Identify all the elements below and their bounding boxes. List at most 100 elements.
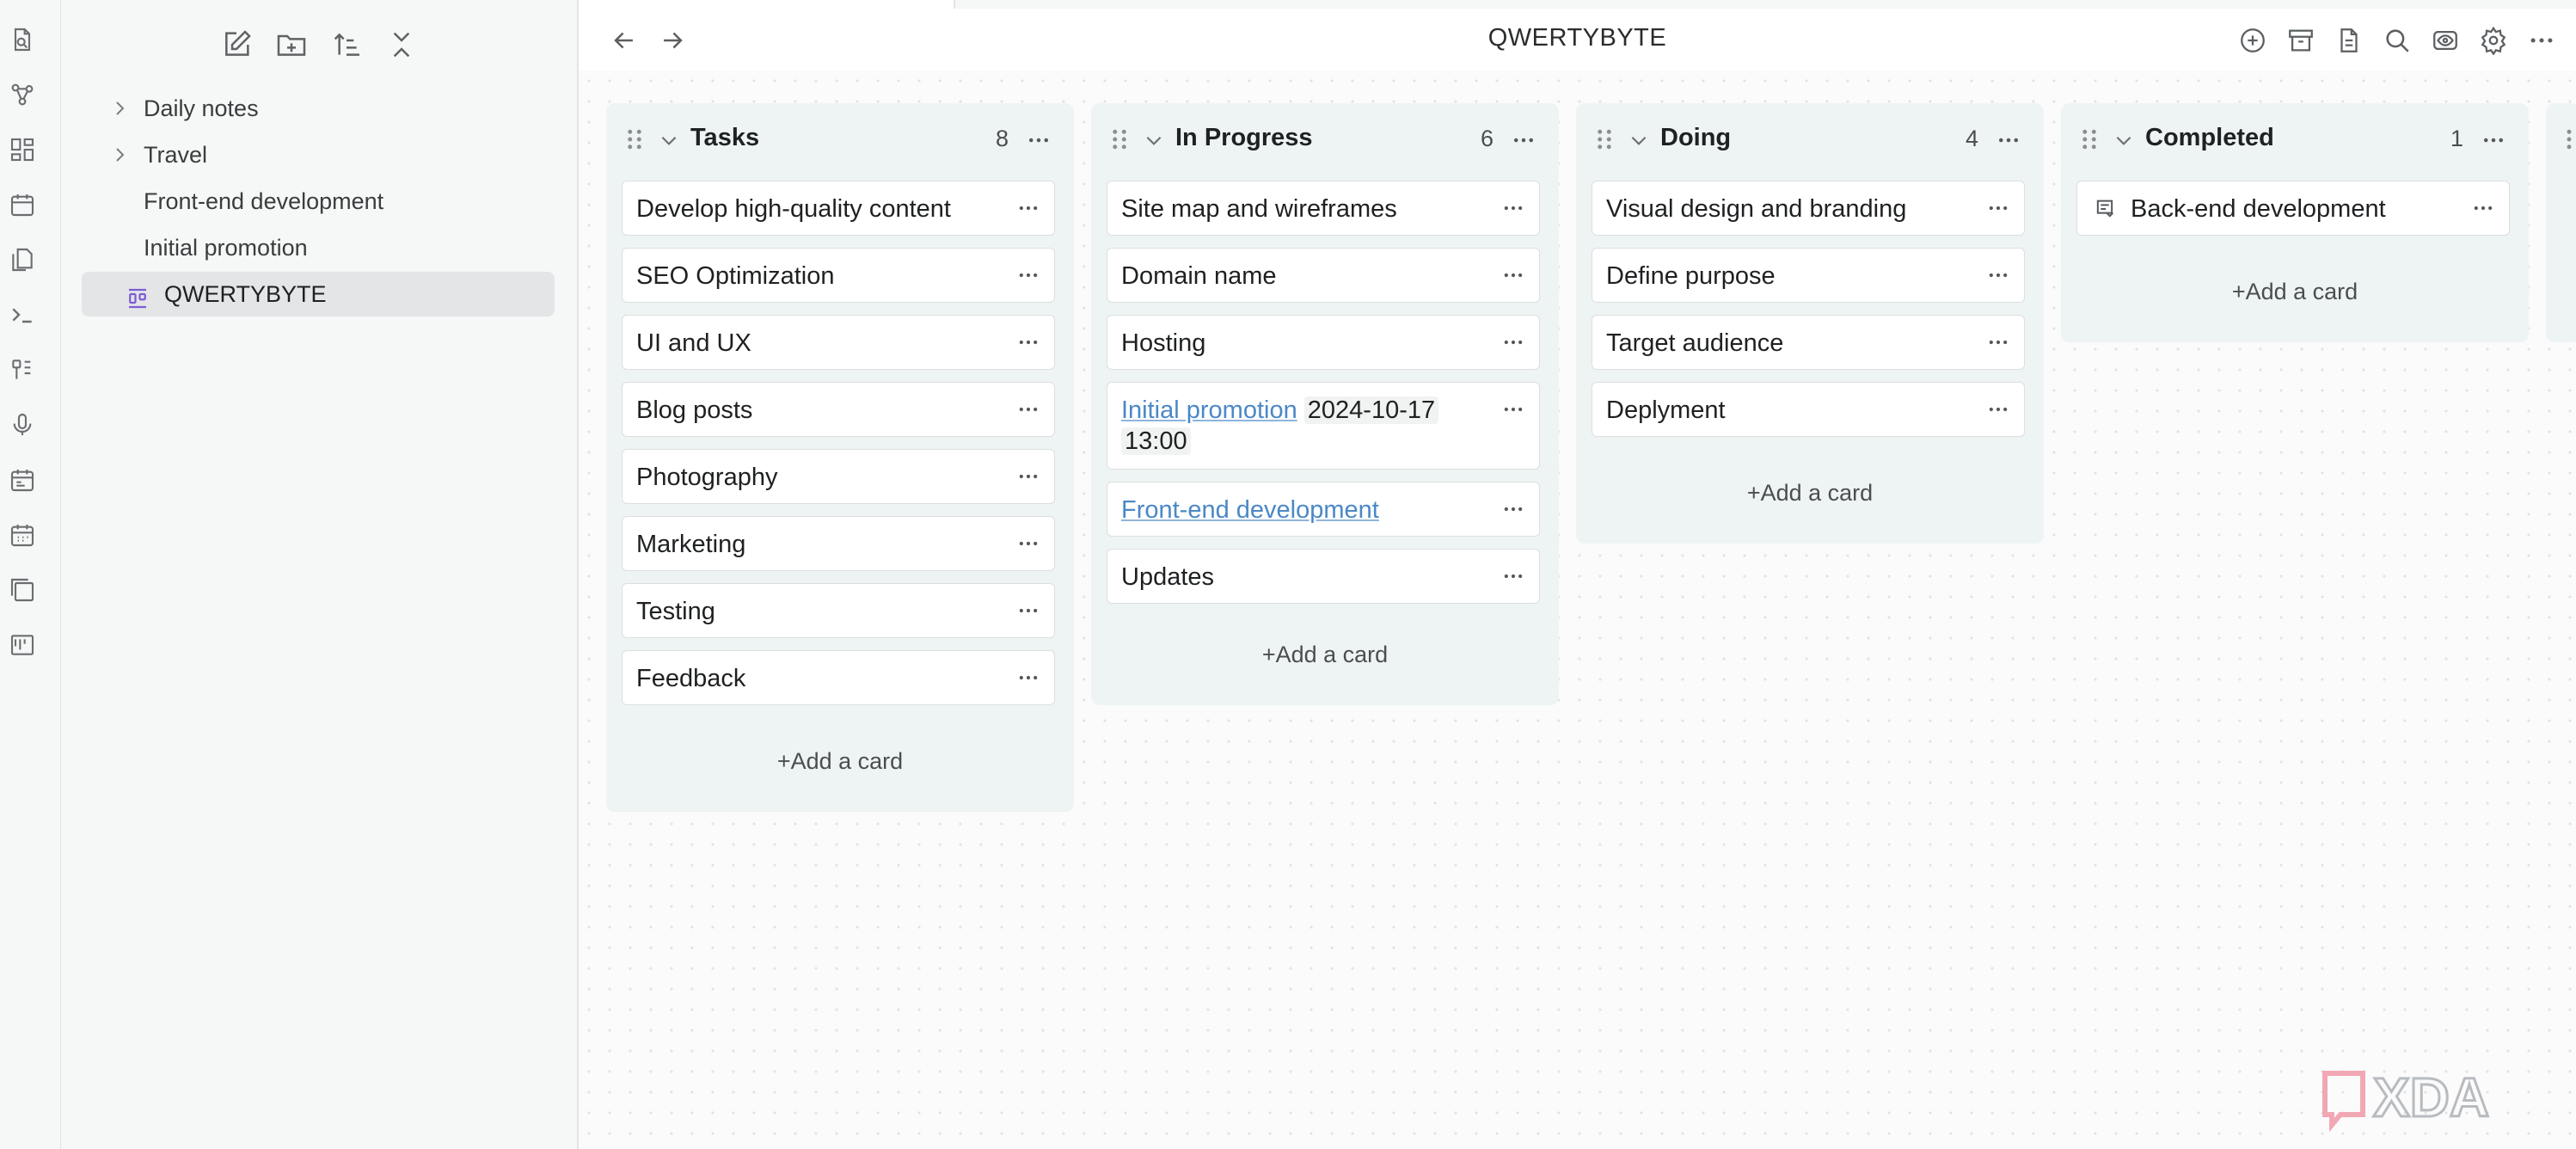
tree-note-front-end-development[interactable]: Front-end development bbox=[82, 179, 555, 224]
lane-menu-icon[interactable] bbox=[1511, 127, 1536, 153]
card-menu-icon[interactable] bbox=[1016, 666, 1040, 690]
calendar-grid-icon[interactable] bbox=[9, 521, 36, 549]
markdown-icon[interactable] bbox=[2334, 26, 2364, 55]
archive-icon[interactable] bbox=[2286, 26, 2315, 55]
kanban-card[interactable]: Front-end development bbox=[1107, 482, 1540, 537]
card-time[interactable]: 13:00 bbox=[1121, 427, 1191, 455]
kanban-card[interactable]: Blog posts bbox=[622, 382, 1055, 437]
search-icon[interactable] bbox=[2383, 26, 2412, 55]
card-menu-icon[interactable] bbox=[1501, 263, 1525, 287]
collapse-lane-chevron-icon[interactable] bbox=[1628, 129, 1650, 151]
add-card-button[interactable]: +Add a card bbox=[2061, 279, 2529, 305]
kanban-card[interactable]: Updates bbox=[1107, 549, 1540, 604]
kanban-card[interactable]: SEO Optimization bbox=[622, 248, 1055, 303]
lane-card-count: 6 bbox=[1480, 126, 1493, 151]
workspaces-icon[interactable] bbox=[9, 356, 36, 384]
card-menu-icon[interactable] bbox=[1016, 263, 1040, 287]
kanban-icon[interactable] bbox=[9, 631, 36, 659]
tab-qwertybyte[interactable] bbox=[579, 0, 955, 9]
card-link-initial-promotion[interactable]: Initial promotion bbox=[1121, 396, 1297, 424]
collapse-lane-chevron-icon[interactable] bbox=[658, 129, 680, 151]
kanban-card[interactable]: Initial promotion 2024-10-17 13:00 bbox=[1107, 382, 1540, 470]
card-link-front-end-development[interactable]: Front-end development bbox=[1121, 496, 1379, 524]
new-note-icon[interactable] bbox=[219, 28, 254, 62]
card-date[interactable]: 2024-10-17 bbox=[1303, 396, 1439, 424]
lane-title[interactable]: Completed bbox=[2145, 124, 2274, 152]
lane-menu-icon[interactable] bbox=[2481, 127, 2506, 153]
daily-note-icon[interactable] bbox=[9, 191, 36, 218]
kanban-card[interactable]: UI and UX bbox=[622, 315, 1055, 370]
lane-card-count: 1 bbox=[2450, 126, 2463, 151]
card-menu-icon[interactable] bbox=[1501, 330, 1525, 354]
add-card-button[interactable]: +Add a card bbox=[1091, 642, 1559, 668]
calendar-icon[interactable] bbox=[9, 466, 36, 494]
drag-handle-icon[interactable] bbox=[2560, 127, 2572, 151]
card-menu-icon[interactable] bbox=[1986, 263, 2010, 287]
kanban-card[interactable]: Deplyment bbox=[1592, 382, 2025, 437]
tree-folder-daily-notes[interactable]: Daily notes bbox=[82, 86, 555, 131]
sort-icon[interactable] bbox=[329, 28, 364, 62]
lane-header: In Progress 6 bbox=[1091, 103, 1559, 175]
drag-handle-icon[interactable] bbox=[2080, 127, 2099, 151]
card-menu-icon[interactable] bbox=[1986, 196, 2010, 220]
graph-view-icon[interactable] bbox=[9, 81, 36, 108]
lane-title[interactable]: Tasks bbox=[690, 124, 759, 152]
collapse-lane-chevron-icon[interactable] bbox=[2113, 129, 2135, 151]
lane-menu-icon[interactable] bbox=[1026, 127, 1052, 153]
card-menu-icon[interactable] bbox=[1501, 564, 1525, 588]
kanban-card[interactable]: Site map and wireframes bbox=[1107, 181, 1540, 236]
drag-handle-icon[interactable] bbox=[625, 127, 644, 151]
audio-recorder-icon[interactable] bbox=[9, 411, 36, 439]
card-menu-icon[interactable] bbox=[1501, 397, 1525, 421]
kanban-card[interactable]: Hosting bbox=[1107, 315, 1540, 370]
kanban-card[interactable]: Marketing bbox=[622, 516, 1055, 571]
kanban-card[interactable]: Domain name bbox=[1107, 248, 1540, 303]
lane-title[interactable]: In Progress bbox=[1175, 124, 1313, 152]
view-header: QWERTYBYTE bbox=[579, 9, 2576, 71]
kanban-card[interactable]: Back-end development bbox=[2076, 181, 2510, 236]
open-file-icon[interactable] bbox=[9, 26, 36, 53]
tree-note-initial-promotion[interactable]: Initial promotion bbox=[82, 225, 555, 270]
lane-card-count: 4 bbox=[1965, 126, 1978, 151]
kanban-card[interactable]: Feedback bbox=[622, 650, 1055, 705]
kanban-card[interactable]: Define purpose bbox=[1592, 248, 2025, 303]
drag-handle-icon[interactable] bbox=[1110, 127, 1129, 151]
slides-icon[interactable] bbox=[9, 576, 36, 604]
tree-note-qwertybyte[interactable]: QWERTYBYTE bbox=[82, 272, 555, 316]
templates-icon[interactable] bbox=[9, 246, 36, 273]
kanban-card[interactable]: Develop high-quality content bbox=[622, 181, 1055, 236]
card-menu-icon[interactable] bbox=[1016, 196, 1040, 220]
add-icon[interactable] bbox=[2238, 26, 2267, 55]
add-card-button[interactable]: +Add a card bbox=[606, 748, 1074, 775]
card-menu-icon[interactable] bbox=[1986, 397, 2010, 421]
new-folder-icon[interactable] bbox=[274, 28, 309, 62]
kanban-card[interactable]: Target audience bbox=[1592, 315, 2025, 370]
more-options-icon[interactable] bbox=[2527, 26, 2556, 55]
canvas-icon[interactable] bbox=[9, 136, 36, 163]
card-menu-icon[interactable] bbox=[1016, 531, 1040, 556]
tree-folder-travel[interactable]: Travel bbox=[82, 132, 555, 177]
card-menu-icon[interactable] bbox=[1501, 497, 1525, 521]
card-menu-icon[interactable] bbox=[1986, 330, 2010, 354]
card-menu-icon[interactable] bbox=[1016, 330, 1040, 354]
kanban-card[interactable]: Visual design and branding bbox=[1592, 181, 2025, 236]
drag-handle-icon[interactable] bbox=[1595, 127, 1614, 151]
lane-title[interactable]: Doing bbox=[1660, 124, 1731, 152]
kanban-card[interactable]: Testing bbox=[622, 583, 1055, 638]
card-text: Site map and wireframes bbox=[1121, 195, 1397, 223]
card-menu-icon[interactable] bbox=[2471, 196, 2495, 220]
settings-icon[interactable] bbox=[2479, 26, 2508, 55]
card-menu-icon[interactable] bbox=[1501, 196, 1525, 220]
reading-view-icon[interactable] bbox=[2431, 26, 2460, 55]
collapse-lane-chevron-icon[interactable] bbox=[1143, 129, 1165, 151]
collapse-all-icon[interactable] bbox=[384, 28, 419, 62]
kanban-card[interactable]: Photography bbox=[622, 449, 1055, 504]
add-card-button[interactable]: +Add a card bbox=[1576, 480, 2044, 507]
command-palette-icon[interactable] bbox=[9, 301, 36, 329]
card-text: Updates bbox=[1121, 563, 1215, 591]
lane-doing: Doing 4 Visual design and branding Defin… bbox=[1576, 103, 2044, 544]
lane-menu-icon[interactable] bbox=[1996, 127, 2021, 153]
card-menu-icon[interactable] bbox=[1016, 464, 1040, 488]
card-menu-icon[interactable] bbox=[1016, 599, 1040, 623]
card-menu-icon[interactable] bbox=[1016, 397, 1040, 421]
